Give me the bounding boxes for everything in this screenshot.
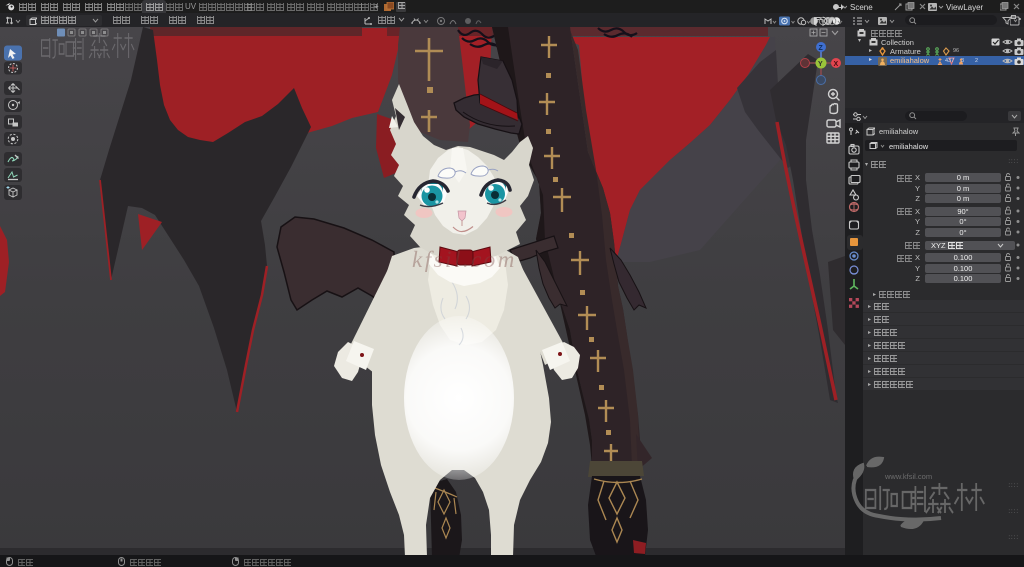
svg-text:Y: Y xyxy=(818,61,823,68)
svg-text:Z: Z xyxy=(819,45,824,52)
svg-text:X: X xyxy=(834,61,839,68)
svg-text:kfsil.com: kfsil.com xyxy=(412,247,517,272)
svg-text:www.kfsil.com: www.kfsil.com xyxy=(884,472,932,481)
